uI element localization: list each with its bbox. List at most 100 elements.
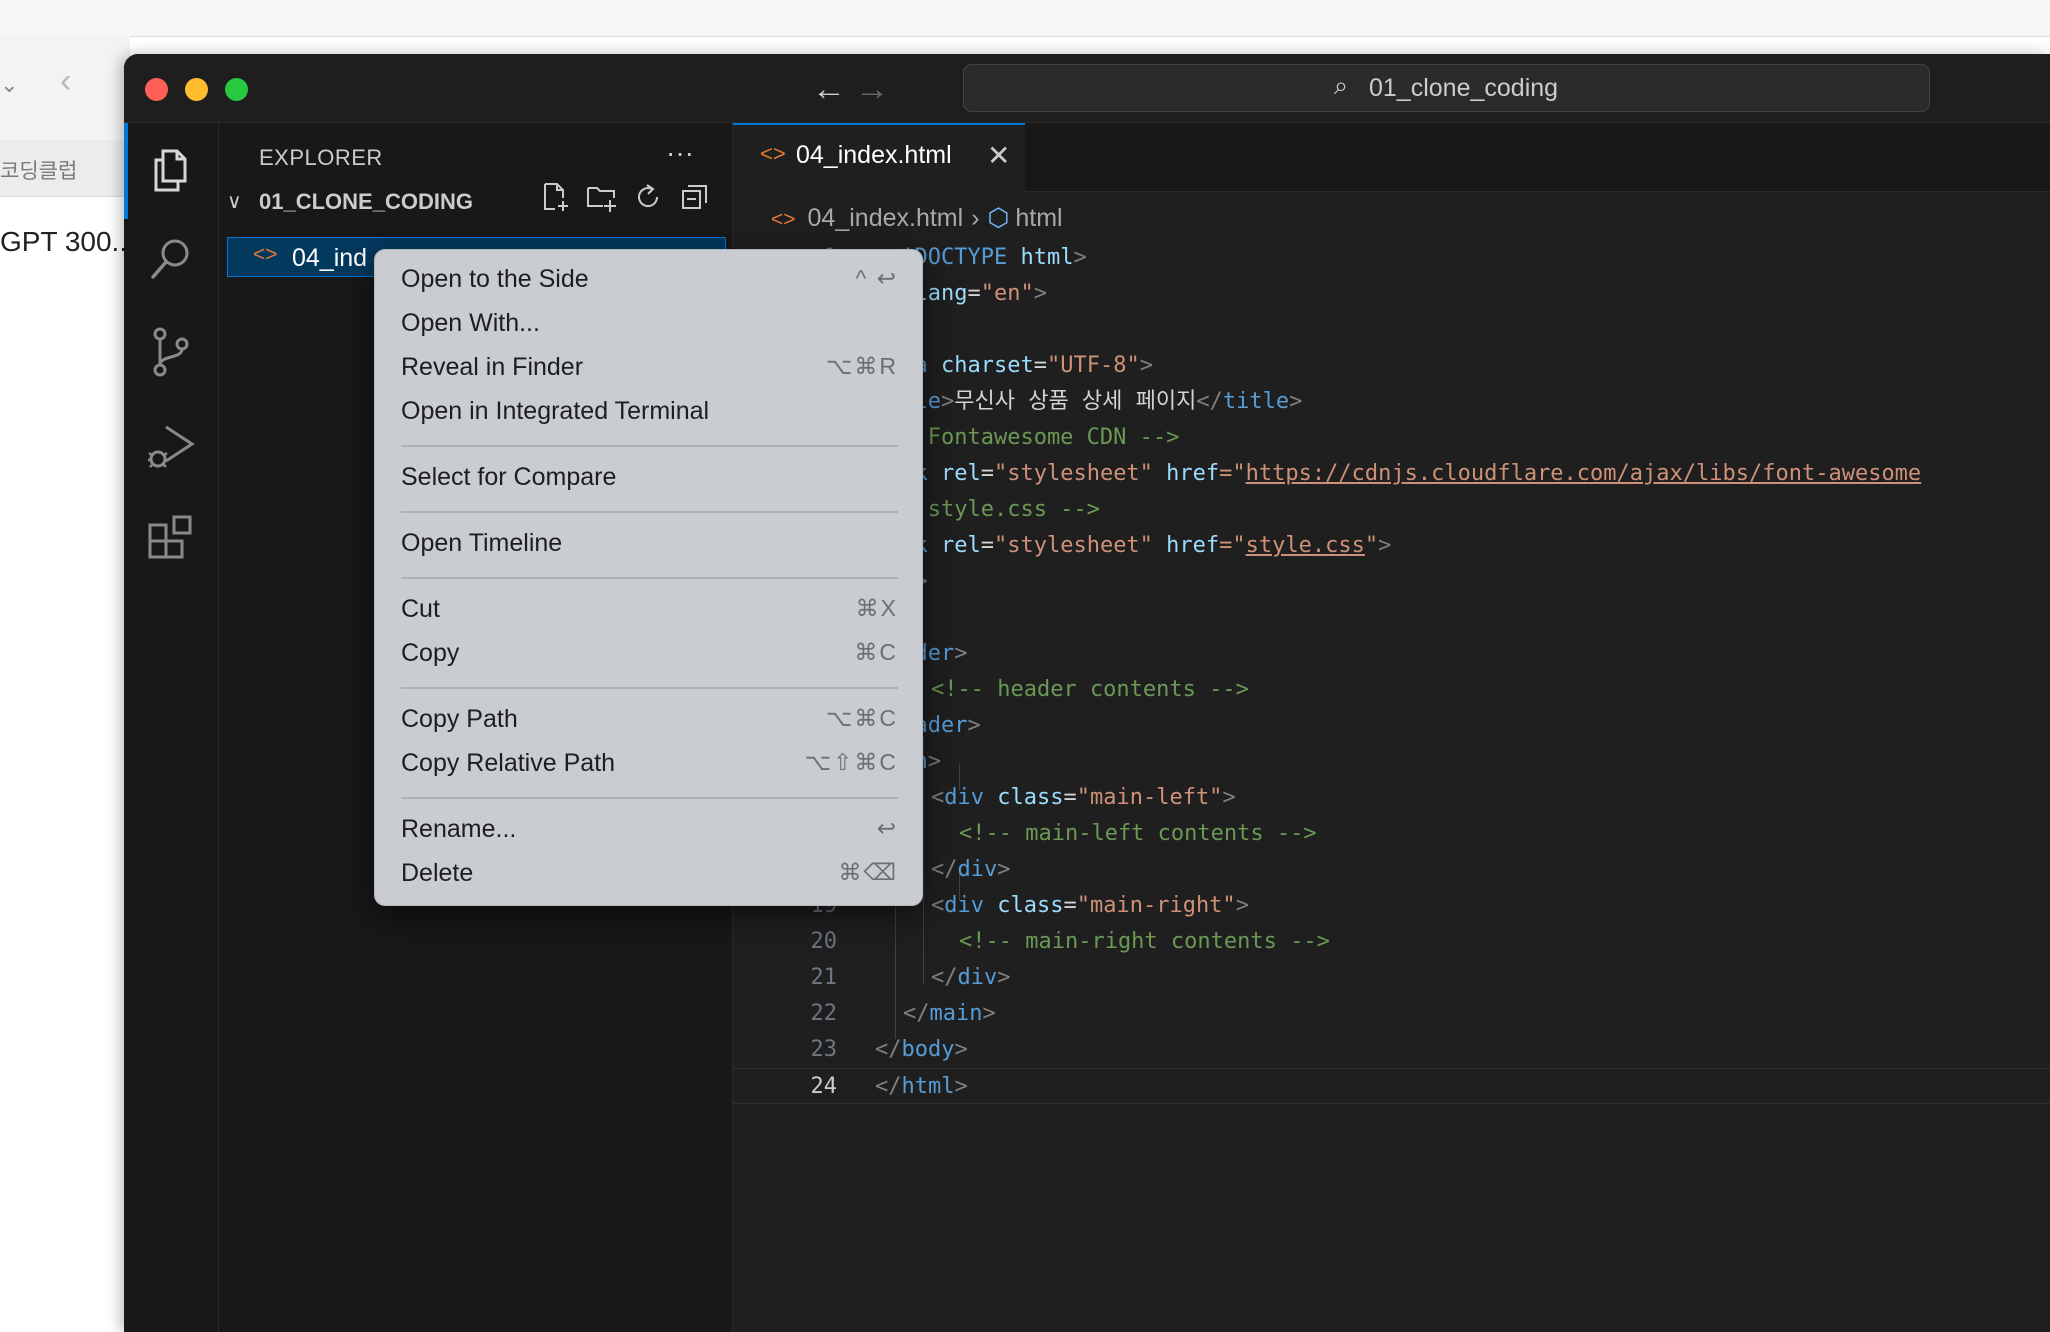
search-icon: ⌕ [1334,72,1349,100]
code-line: itle>무신사 상품 상세 페이지</title> [733,384,2050,420]
code-line: y> [733,600,2050,636]
code-line: <!-- header contents --> [733,672,2050,708]
editor-area: <> 04_index.html ✕ <> 04_index.html › ⬡ html… [733,123,2050,1332]
refresh-icon[interactable] [632,181,664,213]
code-line: 21 </div> [733,960,2050,996]
html-file-icon: <> [771,208,796,231]
menu-item-copy-path[interactable]: Copy Path ⌥⌘C [401,700,898,740]
menu-item-select-for-compare[interactable]: Select for Compare [401,458,898,498]
code-line: 19<div class="main-right"> [733,888,2050,924]
shortcut-hint: ⌥⌘C [825,705,898,731]
tab-04-index-html[interactable]: <> 04_index.html ✕ [733,123,1025,192]
code-line: </div> [733,852,2050,888]
command-center-search[interactable]: ⌕ 01_clone_coding [963,64,1930,112]
search-icon[interactable] [144,233,198,287]
code-line: d> [733,312,2050,348]
shortcut-hint: ↩ [876,815,898,841]
chevron-down-icon[interactable]: ⌄ [0,72,18,98]
explorer-title: EXPLORER [259,145,383,170]
code-line: ink rel="stylesheet" href="https://cdnjs… [733,456,2050,492]
new-file-icon[interactable] [539,181,571,213]
browser-content-text: GPT 300... [0,226,135,257]
shortcut-hint: ⌥⌘R [825,353,898,379]
breadcrumb-file[interactable]: 04_index.html [808,204,964,232]
menu-separator [401,511,898,513]
browser-tab-title: 코딩클럽 [0,160,78,183]
code-text: </main> [903,1001,996,1026]
run-debug-icon[interactable] [144,419,198,473]
symbol-element-icon: ⬡ [987,204,1010,232]
menu-separator [401,687,898,689]
stylesheet-link[interactable]: style.css [1246,533,1365,558]
shortcut-hint: ^ ↩ [855,265,898,291]
html-file-icon: <> [760,141,786,166]
line-number: 21 [810,965,838,990]
command-center-label: 01_clone_coding [1369,74,1559,102]
collapse-all-icon[interactable] [679,181,711,213]
title-bar: ← → ⌕ 01_clone_coding [124,54,2050,123]
code-line: ad> [733,564,2050,600]
menu-item-delete[interactable]: Delete ⌘⌫ [401,854,898,894]
breadcrumb-separator: › [971,204,980,232]
menu-item-open-to-side[interactable]: Open to the Side ^ ↩ [401,260,898,300]
menu-separator [401,445,898,447]
code-text: <!-- header contents --> [931,677,1249,702]
code-text: ink rel="stylesheet" href="https://cdnjs… [888,461,1922,486]
code-text: </div> [931,857,1011,882]
code-text: ink rel="stylesheet" href="style.css"> [888,533,1392,558]
menu-item-copy[interactable]: Copy ⌘C [401,634,898,674]
code-line: ain> [733,744,2050,780]
line-number: 22 [810,1001,838,1026]
code-line: 23 </body> [733,1032,2050,1068]
extensions-icon[interactable] [144,513,198,567]
close-window-button[interactable] [145,78,168,101]
code-text: </body> [875,1037,968,1062]
minimize-window-button[interactable] [185,78,208,101]
forward-arrow-icon[interactable]: → [855,70,889,109]
current-code-line: 24 </html> [733,1068,2050,1104]
close-icon[interactable]: ✕ [987,139,1010,172]
code-text: -- Fontawesome CDN --> [888,425,1180,450]
menu-separator [401,577,898,579]
explorer-icon[interactable] [144,143,198,197]
active-indicator [124,123,128,219]
menu-item-open-in-terminal[interactable]: Open in Integrated Terminal [401,392,898,432]
shortcut-hint: ⌥⇧⌘C [804,749,898,775]
stylesheet-link[interactable]: https://cdnjs.cloudflare.com/ajax/libs/f… [1246,461,1922,486]
code-line: 1<!DOCTYPE html> [733,240,2050,276]
code-text: <div class="main-right"> [931,893,1249,918]
code-line: 22 </main> [733,996,2050,1032]
code-text: </html> [875,1074,968,1099]
shortcut-hint: ⌘C [854,639,898,665]
activity-bar [124,123,219,1332]
source-control-icon[interactable] [144,325,198,379]
code-text: eta charset="UTF-8"> [888,353,1153,378]
line-number: 23 [810,1037,838,1062]
code-line: l lang="en"> [733,276,2050,312]
chevron-down-icon[interactable]: ∨ [227,189,242,214]
menu-item-open-timeline[interactable]: Open Timeline [401,524,898,564]
code-text: <!-- main-right contents --> [959,929,1330,954]
new-folder-icon[interactable] [586,181,618,213]
workspace-folder-label[interactable]: 01_CLONE_CODING [259,189,473,215]
more-actions-icon[interactable]: ··· [666,137,694,169]
code-text: <div class="main-left"> [931,785,1236,810]
menu-item-rename[interactable]: Rename... ↩ [401,810,898,850]
context-menu: Open to the Side ^ ↩ Open With... Reveal … [374,249,923,906]
html-file-icon: <> [253,243,278,266]
code-line: header> [733,708,2050,744]
browser-back-icon[interactable]: ‹ [60,62,71,101]
menu-separator [401,797,898,799]
menu-item-cut[interactable]: Cut ⌘X [401,590,898,630]
menu-item-open-with[interactable]: Open With... [401,304,898,344]
code-text: itle>무신사 상품 상세 페이지</title> [888,389,1303,414]
menu-item-reveal-in-finder[interactable]: Reveal in Finder ⌥⌘R [401,348,898,388]
code-line: eader> [733,636,2050,672]
menu-item-copy-relative-path[interactable]: Copy Relative Path ⌥⇧⌘C [401,744,898,784]
code-text: </div> [931,965,1011,990]
back-arrow-icon[interactable]: ← [812,70,846,109]
zoom-window-button[interactable] [225,78,248,101]
breadcrumb-node[interactable]: html [1015,204,1062,232]
shortcut-hint: ⌘⌫ [838,859,898,885]
breadcrumb: <> 04_index.html › ⬡ html [771,203,1063,237]
